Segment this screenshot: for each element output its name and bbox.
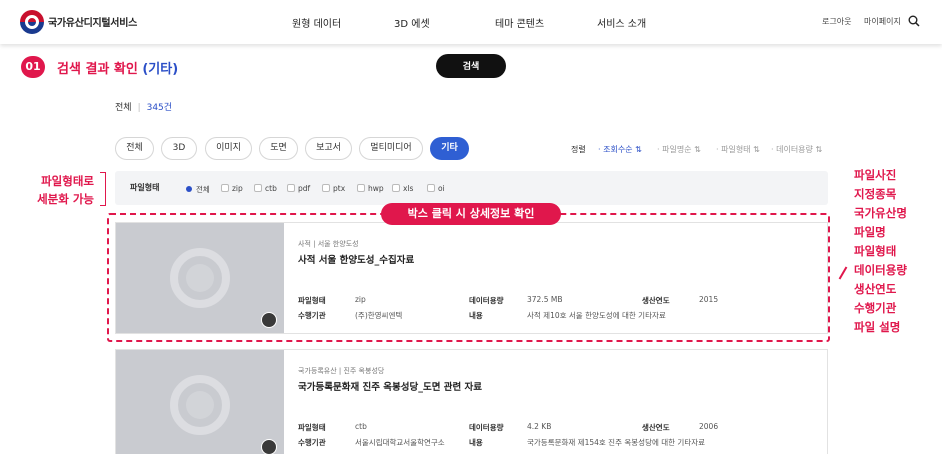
data-size-value: 4.2 KB [527,422,552,431]
annotation-filter-note: 파일형태로 세분화 가능 [37,174,94,206]
checkbox-icon [287,184,295,192]
tab-all[interactable]: 전체 [115,137,154,160]
checkbox-icon [357,184,365,192]
tab-etc[interactable]: 기타 [430,137,469,160]
sort-label: 정렬 [571,145,586,154]
checkbox-icon [392,184,400,192]
zoom-icon[interactable] [261,439,277,454]
content-value: 국가등록문화재 제154호 진주 옥봉성당에 대한 기타자료 [527,438,706,447]
sort-option-filename[interactable]: · 파일명순 ⇅ [657,144,701,155]
file-type-value: ctb [355,422,367,431]
tab-image[interactable]: 이미지 [205,137,252,160]
tab-drawing[interactable]: 도면 [259,137,298,160]
logout-link[interactable]: 로그아웃 [822,16,851,27]
filter-option-pdf[interactable]: pdf [287,184,310,193]
annotation-connector [838,266,848,280]
checkbox-icon [254,184,262,192]
page-title: 검색 결과 확인 (기타) [57,58,178,77]
result-count: 345건 [146,103,173,113]
radio-selected-icon [186,186,192,192]
filter-option-hwp[interactable]: hwp [357,184,384,193]
logo-icon[interactable] [20,10,44,34]
data-size-label: 데이터용량 [469,423,504,432]
filter-option-zip[interactable]: zip [221,184,243,193]
annotation-detail-fields: 파일사진 지정종목 국가유산명 파일명 파일형태 데이터용량 생산연도 수행기관… [854,168,907,334]
checkbox-icon [322,184,330,192]
filter-option-ctb[interactable]: ctb [254,184,277,193]
annotation-click-note: 박스 클릭 시 상세정보 확인 [381,203,561,225]
nav-item-theme-content[interactable]: 테마 콘텐츠 [495,15,544,30]
checkbox-icon [427,184,435,192]
top-header: 국가유산디지털서비스 원형 데이터 3D 에셋 테마 콘텐츠 서비스 소개 로그… [0,0,942,44]
file-type-filter: 파일형태 전체 zip ctb pdf ptx hwp xls oi [115,171,828,205]
search-button[interactable]: 검색 [436,54,506,78]
result-title[interactable]: 국가등록문화재 진주 옥봉성당_도면 관련 자료 [298,379,482,393]
agency-label: 수행기관 [298,438,326,447]
annotation-card-highlight [107,213,830,342]
agency-value: 서울시립대학교서울학연구소 [355,438,445,447]
result-card[interactable]: 국가등록유산 | 진주 옥봉성당 국가등록문화재 진주 옥봉성당_도면 관련 자… [115,349,828,454]
search-icon[interactable] [908,15,920,27]
tab-3d[interactable]: 3D [161,137,197,160]
tab-multimedia[interactable]: 멀티미디어 [359,137,423,160]
filter-option-xls[interactable]: xls [392,184,413,193]
result-summary: 전체 | 345건 [115,103,173,113]
annotation-bracket [100,172,106,206]
nav-item-original-data[interactable]: 원형 데이터 [292,15,341,30]
result-thumbnail[interactable] [116,350,284,454]
page-title-main: 검색 결과 확인 [57,62,138,77]
filter-option-oi[interactable]: oi [427,184,445,193]
year-value: 2006 [699,422,719,431]
sort-option-views[interactable]: · 조회수순 ⇅ [598,144,642,155]
file-type-label: 파일형태 [298,423,326,432]
result-category: 국가등록유산 | 진주 옥봉성당 [298,367,385,375]
checkbox-icon [221,184,229,192]
step-number-badge: 01 [21,56,45,78]
year-label: 생산연도 [642,423,670,432]
filter-label: 파일형태 [130,183,160,192]
mypage-link[interactable]: 마이페이지 [864,16,901,27]
tab-report[interactable]: 보고서 [305,137,352,160]
summary-label: 전체 [115,103,132,113]
brand-name[interactable]: 국가유산디지털서비스 [48,14,137,29]
nav-item-service-intro[interactable]: 서비스 소개 [597,15,646,30]
content-label: 내용 [469,438,483,447]
sort-option-datasize[interactable]: · 데이터용량 ⇅ [771,144,822,155]
sort-option-filetype[interactable]: · 파일형태 ⇅ [716,144,760,155]
filter-option-ptx[interactable]: ptx [322,184,345,193]
filter-option-all[interactable]: 전체 [186,184,210,195]
page-title-sub: (기타) [142,62,179,77]
nav-item-3d-asset[interactable]: 3D 에셋 [394,15,430,30]
